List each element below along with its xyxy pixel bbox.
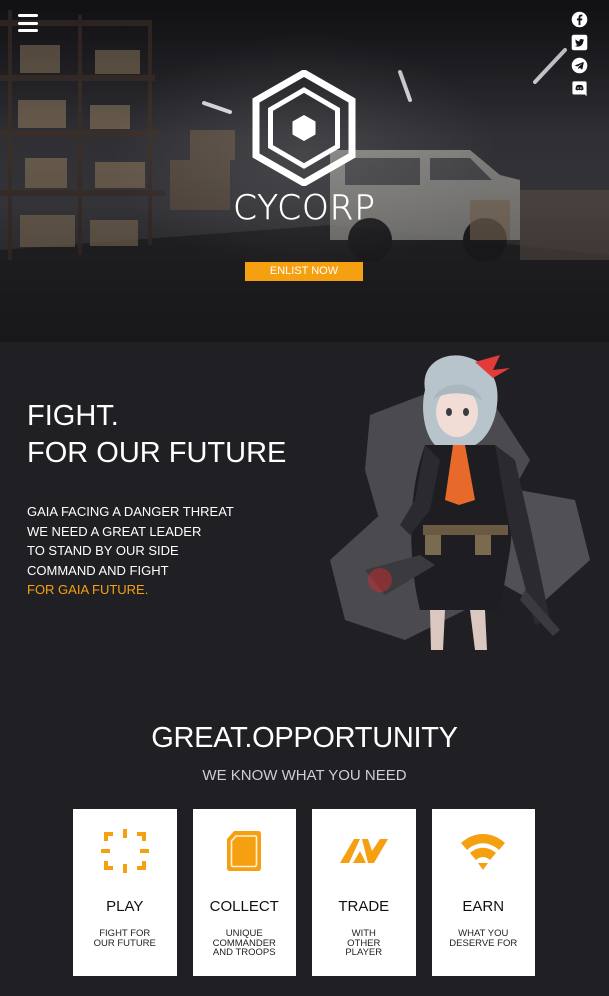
card-desc-line: DESERVE FOR bbox=[449, 937, 518, 949]
commander-character-image bbox=[330, 355, 590, 650]
story-highlight: FOR GAIA FUTURE. bbox=[27, 582, 149, 597]
hexagon-logo-icon bbox=[252, 70, 356, 186]
card-title: PLAY bbox=[106, 898, 144, 915]
card-desc-line: AND TROOPS bbox=[212, 947, 276, 958]
card-description: WHAT YOU DESERVE FOR bbox=[438, 929, 528, 948]
crosshair-icon bbox=[100, 829, 149, 873]
story-line: WE NEED A GREAT LEADER bbox=[27, 523, 202, 539]
feature-card-trade[interactable]: TRADE WITH OTHER PLAYER bbox=[312, 809, 416, 976]
feature-card-play[interactable]: PLAY FIGHT FOR OUR FUTURE bbox=[73, 809, 177, 976]
story-line: TO STAND BY OUR SIDE bbox=[27, 543, 179, 558]
headline-line: FOR OUR FUTURE bbox=[27, 437, 287, 469]
feature-card-collect[interactable]: COLLECT UNIQUE COMMANDER AND TROOPS bbox=[192, 809, 296, 976]
story-text: GAIA FACING A DANGER THREAT WE NEED A GR… bbox=[27, 502, 234, 600]
feature-card-earn[interactable]: EARN WHAT YOU DESERVE FOR bbox=[431, 809, 535, 976]
card-title: TRADE bbox=[338, 898, 390, 915]
card-description: FIGHT FOR OUR FUTURE bbox=[80, 929, 170, 948]
headline-line: FIGHT. bbox=[27, 400, 119, 432]
hero-section: CYCORP ENLIST NOW bbox=[0, 0, 609, 342]
feature-cards: PLAY FIGHT FOR OUR FUTURE COLLECT UNIQUE… bbox=[73, 809, 535, 976]
hamburger-menu-icon[interactable] bbox=[18, 14, 38, 32]
opportunity-title: GREAT.OPPORTUNITY bbox=[151, 722, 458, 754]
card-desc-line: PLAYER bbox=[345, 947, 383, 958]
enlist-now-button[interactable]: ENLIST NOW bbox=[245, 262, 363, 281]
story-headline: FIGHT. FOR OUR FUTURE bbox=[27, 398, 286, 472]
discord-icon[interactable] bbox=[571, 80, 588, 97]
story-line: GAIA FACING A DANGER THREAT bbox=[27, 504, 234, 519]
facebook-icon[interactable] bbox=[571, 11, 588, 28]
signal-icon bbox=[461, 834, 506, 870]
card-description: UNIQUE COMMANDER AND TROOPS bbox=[199, 929, 289, 958]
trade-arrows-icon bbox=[339, 839, 388, 863]
twitter-icon[interactable] bbox=[571, 34, 588, 51]
opportunity-subtitle: WE KNOW WHAT YOU NEED bbox=[202, 767, 407, 784]
brand-name: CYCORP bbox=[233, 188, 376, 229]
card-title: EARN bbox=[462, 898, 505, 915]
card-description: WITH OTHER PLAYER bbox=[319, 929, 409, 958]
social-links bbox=[571, 11, 589, 97]
card-desc-line: OUR FUTURE bbox=[93, 937, 156, 949]
card-title: COLLECT bbox=[209, 898, 279, 915]
story-line: COMMAND AND FIGHT bbox=[27, 562, 169, 578]
telegram-icon[interactable] bbox=[571, 57, 588, 74]
card-icon bbox=[227, 831, 262, 871]
